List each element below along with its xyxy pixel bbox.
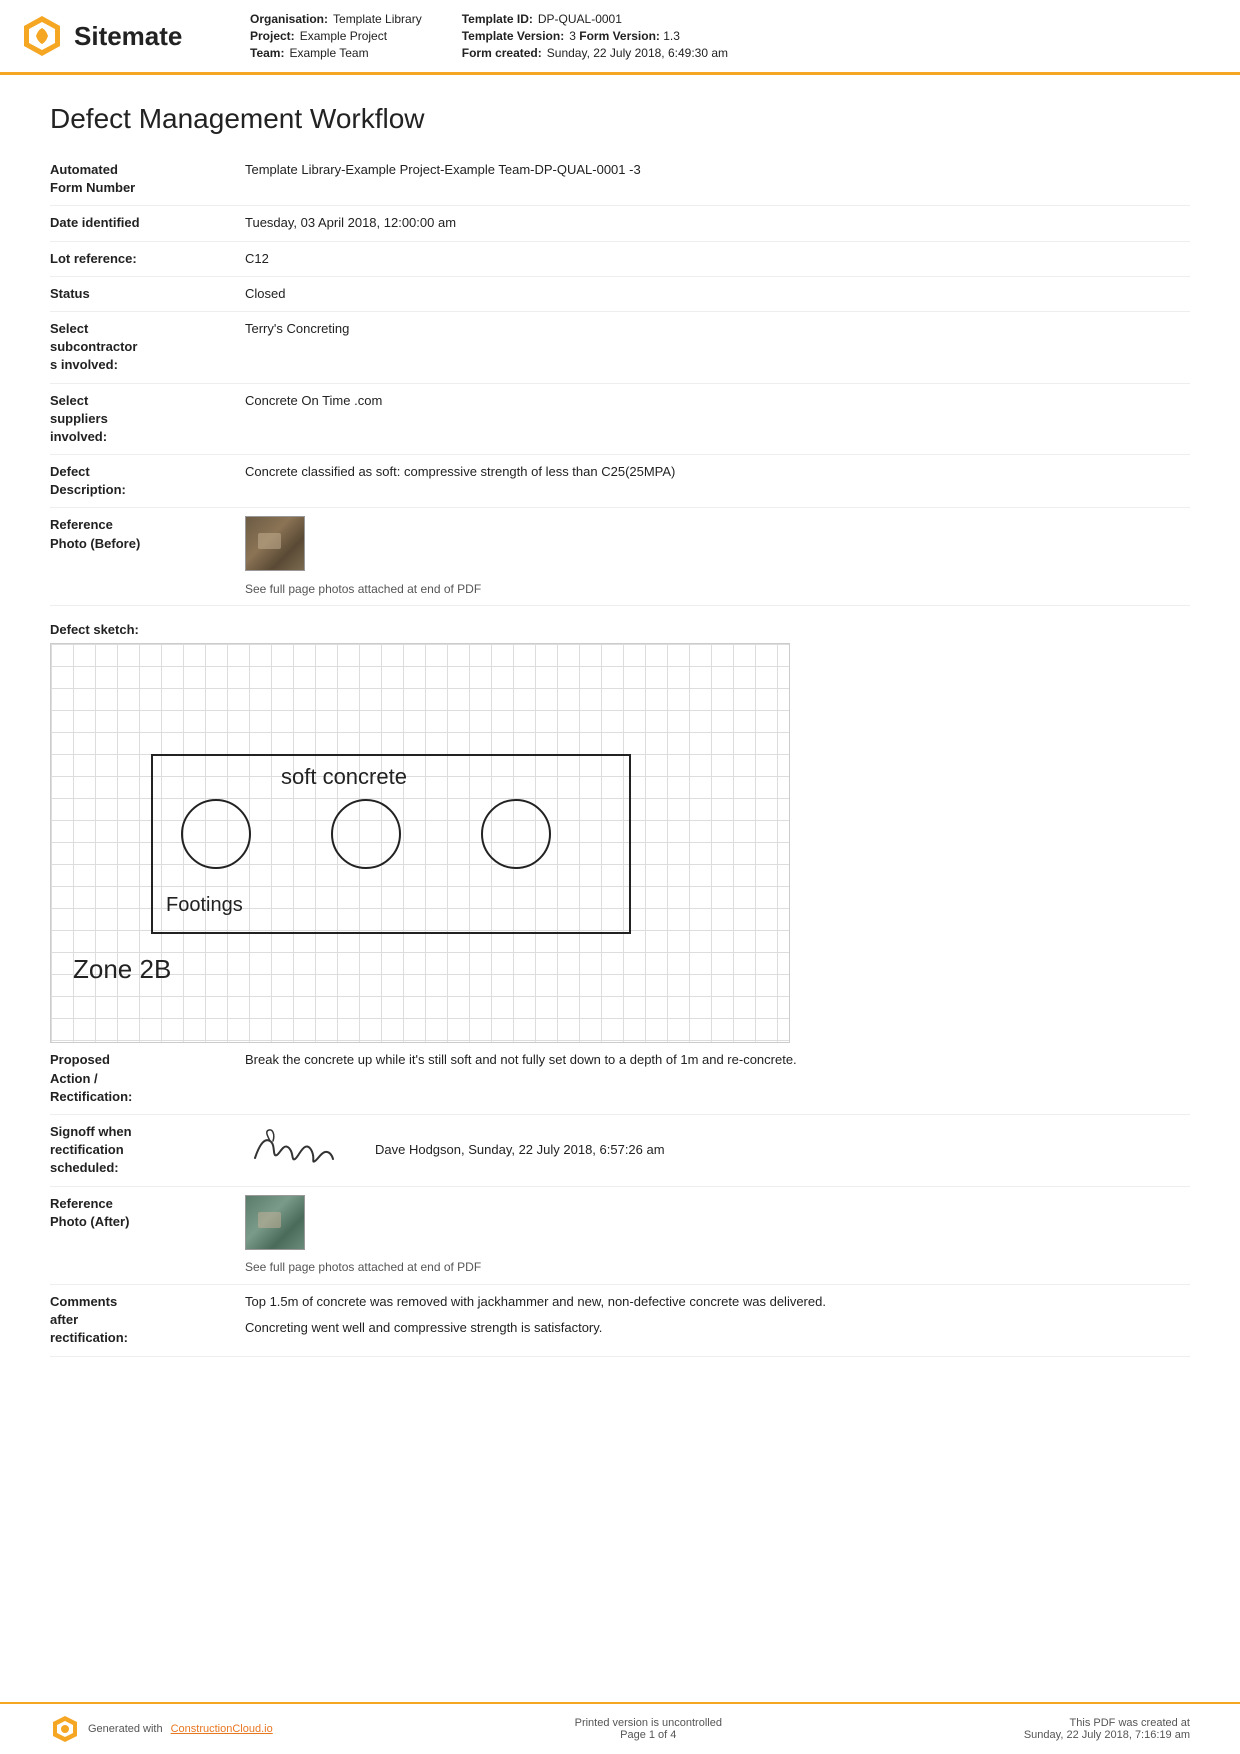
template-id-row: Template ID: DP-QUAL-0001	[462, 12, 728, 26]
footer-uncontrolled: Printed version is uncontrolled	[575, 1717, 722, 1729]
content: Defect Management Workflow AutomatedForm…	[0, 75, 1240, 1702]
template-version-label: Template Version:	[462, 29, 564, 43]
field-value-1: Tuesday, 03 April 2018, 12:00:00 am	[245, 214, 1190, 232]
template-id-value: DP-QUAL-0001	[538, 12, 622, 26]
footer-created-value: Sunday, 22 July 2018, 7:16:19 am	[1024, 1729, 1190, 1741]
signature-area: Dave Hodgson, Sunday, 22 July 2018, 6:57…	[245, 1123, 1190, 1178]
team-value: Example Team	[289, 46, 368, 60]
field-proposed-action: ProposedAction /Rectification: Break the…	[50, 1043, 1190, 1115]
field-value-0: Template Library-Example Project-Example…	[245, 161, 1190, 179]
field-value-2: C12	[245, 250, 1190, 268]
footer-logo-icon	[50, 1714, 80, 1744]
field-label-1: Date identified	[50, 214, 245, 232]
template-version-row: Template Version: 3 Form Version: 1.3	[462, 29, 728, 43]
field-label-4: Selectsubcontractors involved:	[50, 320, 245, 375]
field-defect-description: DefectDescription: Concrete classified a…	[50, 455, 1190, 508]
field-value-signoff: Dave Hodgson, Sunday, 22 July 2018, 6:57…	[245, 1123, 1190, 1178]
sitemate-logo-icon	[20, 14, 64, 58]
form-created-value: Sunday, 22 July 2018, 6:49:30 am	[547, 46, 728, 60]
signature-text: Dave Hodgson, Sunday, 22 July 2018, 6:57…	[375, 1141, 665, 1159]
team-row: Team: Example Team	[250, 46, 422, 60]
field-value-4: Terry's Concreting	[245, 320, 1190, 338]
field-label-3: Status	[50, 285, 245, 303]
field-reference-photo-before: ReferencePhoto (Before) See full page ph…	[50, 508, 1190, 606]
field-label-signoff: Signoff whenrectificationscheduled:	[50, 1123, 245, 1178]
fields-after-sketch: ProposedAction /Rectification: Break the…	[50, 1043, 1190, 1356]
photo-note-after: See full page photos attached at end of …	[245, 1259, 1190, 1276]
footer-page: Page 1 of 4	[575, 1729, 722, 1741]
footer-right: This PDF was created at Sunday, 22 July …	[1024, 1717, 1190, 1741]
field-status: Status Closed	[50, 277, 1190, 312]
header-meta: Organisation: Template Library Project: …	[220, 12, 1210, 60]
team-label: Team:	[250, 46, 284, 60]
org-label: Organisation:	[250, 12, 328, 26]
field-subcontractor: Selectsubcontractors involved: Terry's C…	[50, 312, 1190, 384]
fields-section: AutomatedForm Number Template Library-Ex…	[50, 153, 1190, 606]
field-label-5: Selectsuppliersinvolved:	[50, 392, 245, 447]
footer-generated-text: Generated with	[88, 1723, 163, 1735]
sketch-container: soft concrete Footings Zone 2B	[50, 643, 790, 1043]
footer-link[interactable]: ConstructionCloud.io	[171, 1723, 273, 1735]
meta-col-right: Template ID: DP-QUAL-0001 Template Versi…	[462, 12, 728, 60]
field-label-comments: Commentsafterrectification:	[50, 1293, 245, 1348]
footer-created-label: This PDF was created at	[1024, 1717, 1190, 1729]
sketch-text-zone: Zone 2B	[73, 954, 171, 985]
sketch-text-footings: Footings	[166, 894, 243, 917]
project-label: Project:	[250, 29, 295, 43]
field-label-photo-after: ReferencePhoto (After)	[50, 1195, 245, 1231]
photo-thumb-after	[245, 1195, 305, 1250]
meta-col-left: Organisation: Template Library Project: …	[250, 12, 422, 60]
field-value-proposed: Break the concrete up while it's still s…	[245, 1051, 1190, 1069]
field-lot-reference: Lot reference: C12	[50, 242, 1190, 277]
form-created-label: Form created:	[462, 46, 542, 60]
photo-thumb-before	[245, 516, 305, 571]
footer-center: Printed version is uncontrolled Page 1 o…	[575, 1717, 722, 1741]
template-id-label: Template ID:	[462, 12, 533, 26]
field-value-comments: Top 1.5m of concrete was removed with ja…	[245, 1293, 1190, 1337]
sketch-circle-2	[331, 799, 401, 869]
doc-title: Defect Management Workflow	[50, 103, 1190, 135]
footer: Generated with ConstructionCloud.io Prin…	[0, 1702, 1240, 1754]
field-date-identified: Date identified Tuesday, 03 April 2018, …	[50, 206, 1190, 241]
project-row: Project: Example Project	[250, 29, 422, 43]
field-label-proposed: ProposedAction /Rectification:	[50, 1051, 245, 1106]
org-value: Template Library	[333, 12, 422, 26]
field-value-3: Closed	[245, 285, 1190, 303]
form-created-row: Form created: Sunday, 22 July 2018, 6:49…	[462, 46, 728, 60]
photo-note-before: See full page photos attached at end of …	[245, 581, 1190, 598]
logo-area: Sitemate	[20, 12, 200, 60]
field-comments: Commentsafterrectification: Top 1.5m of …	[50, 1285, 1190, 1357]
signature-svg	[245, 1123, 345, 1178]
signature-image	[245, 1123, 345, 1178]
org-row: Organisation: Template Library	[250, 12, 422, 26]
field-label-0: AutomatedForm Number	[50, 161, 245, 197]
field-value-6: Concrete classified as soft: compressive…	[245, 463, 1190, 481]
field-value-7: See full page photos attached at end of …	[245, 516, 1190, 597]
field-label-7: ReferencePhoto (Before)	[50, 516, 245, 552]
sketch-text-soft: soft concrete	[281, 764, 407, 790]
field-value-photo-after: See full page photos attached at end of …	[245, 1195, 1190, 1276]
field-automated-form-number: AutomatedForm Number Template Library-Ex…	[50, 153, 1190, 206]
field-label-6: DefectDescription:	[50, 463, 245, 499]
sketch-circle-1	[181, 799, 251, 869]
sketch-label: Defect sketch:	[50, 622, 1190, 637]
field-reference-photo-after: ReferencePhoto (After) See full page pho…	[50, 1187, 1190, 1285]
comments-line-1: Top 1.5m of concrete was removed with ja…	[245, 1293, 1190, 1311]
comments-line-2: Concreting went well and compressive str…	[245, 1319, 1190, 1337]
project-value: Example Project	[300, 29, 387, 43]
header: Sitemate Organisation: Template Library …	[0, 0, 1240, 75]
field-value-5: Concrete On Time .com	[245, 392, 1190, 410]
field-label-2: Lot reference:	[50, 250, 245, 268]
footer-left: Generated with ConstructionCloud.io	[50, 1714, 273, 1744]
logo-text: Sitemate	[74, 21, 182, 52]
field-suppliers: Selectsuppliersinvolved: Concrete On Tim…	[50, 384, 1190, 456]
sketch-circle-3	[481, 799, 551, 869]
template-version-value: 3 Form Version: 1.3	[569, 29, 680, 43]
photo-thumb-inner-before	[246, 517, 304, 570]
photo-thumb-inner-after	[246, 1196, 304, 1249]
field-signoff: Signoff whenrectificationscheduled: Dave…	[50, 1115, 1190, 1187]
page: Sitemate Organisation: Template Library …	[0, 0, 1240, 1754]
